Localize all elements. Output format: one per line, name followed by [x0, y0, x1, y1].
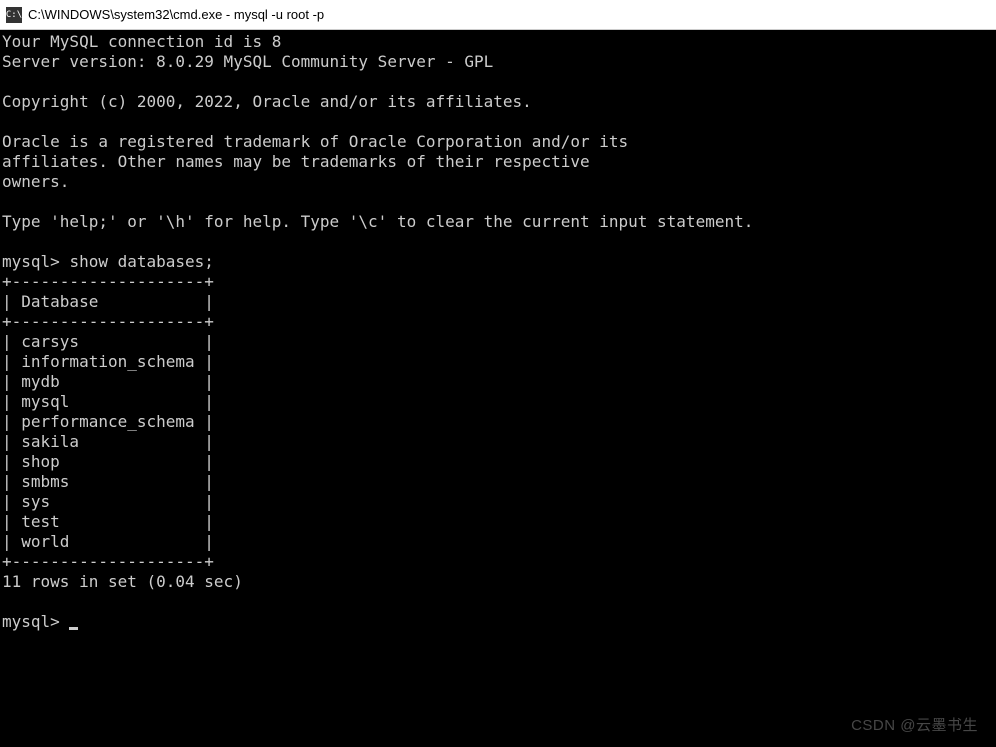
- result-summary: 11 rows in set (0.04 sec): [2, 572, 243, 591]
- cmd-icon: C:\: [6, 7, 22, 23]
- table-row: | smbms |: [2, 472, 214, 491]
- mysql-prompt: mysql>: [2, 612, 60, 631]
- table-row: | information_schema |: [2, 352, 214, 371]
- terminal-output[interactable]: Your MySQL connection id is 8 Server ver…: [0, 30, 996, 634]
- table-row: | sakila |: [2, 432, 214, 451]
- cursor-icon: [69, 627, 78, 630]
- table-border-mid: +--------------------+: [2, 312, 214, 331]
- table-row: | shop |: [2, 452, 214, 471]
- table-row: | performance_schema |: [2, 412, 214, 431]
- window-title: C:\WINDOWS\system32\cmd.exe - mysql -u r…: [28, 7, 324, 22]
- connection-id-line: Your MySQL connection id is 8: [2, 32, 281, 51]
- table-row: | mysql |: [2, 392, 214, 411]
- copyright-line: Copyright (c) 2000, 2022, Oracle and/or …: [2, 92, 532, 111]
- table-row: | world |: [2, 532, 214, 551]
- table-row: | sys |: [2, 492, 214, 511]
- mysql-prompt: mysql>: [2, 252, 60, 271]
- table-row: | test |: [2, 512, 214, 531]
- help-line: Type 'help;' or '\h' for help. Type '\c'…: [2, 212, 753, 231]
- trademark-lines: Oracle is a registered trademark of Orac…: [2, 132, 628, 191]
- server-version-line: Server version: 8.0.29 MySQL Community S…: [2, 52, 493, 71]
- watermark: CSDN @云墨书生: [851, 714, 978, 735]
- table-header: | Database |: [2, 292, 214, 311]
- table-border-bottom: +--------------------+: [2, 552, 214, 571]
- table-border-top: +--------------------+: [2, 272, 214, 291]
- table-row: | carsys |: [2, 332, 214, 351]
- window-titlebar: C:\ C:\WINDOWS\system32\cmd.exe - mysql …: [0, 0, 996, 30]
- command-show-databases: show databases;: [69, 252, 214, 271]
- table-row: | mydb |: [2, 372, 214, 391]
